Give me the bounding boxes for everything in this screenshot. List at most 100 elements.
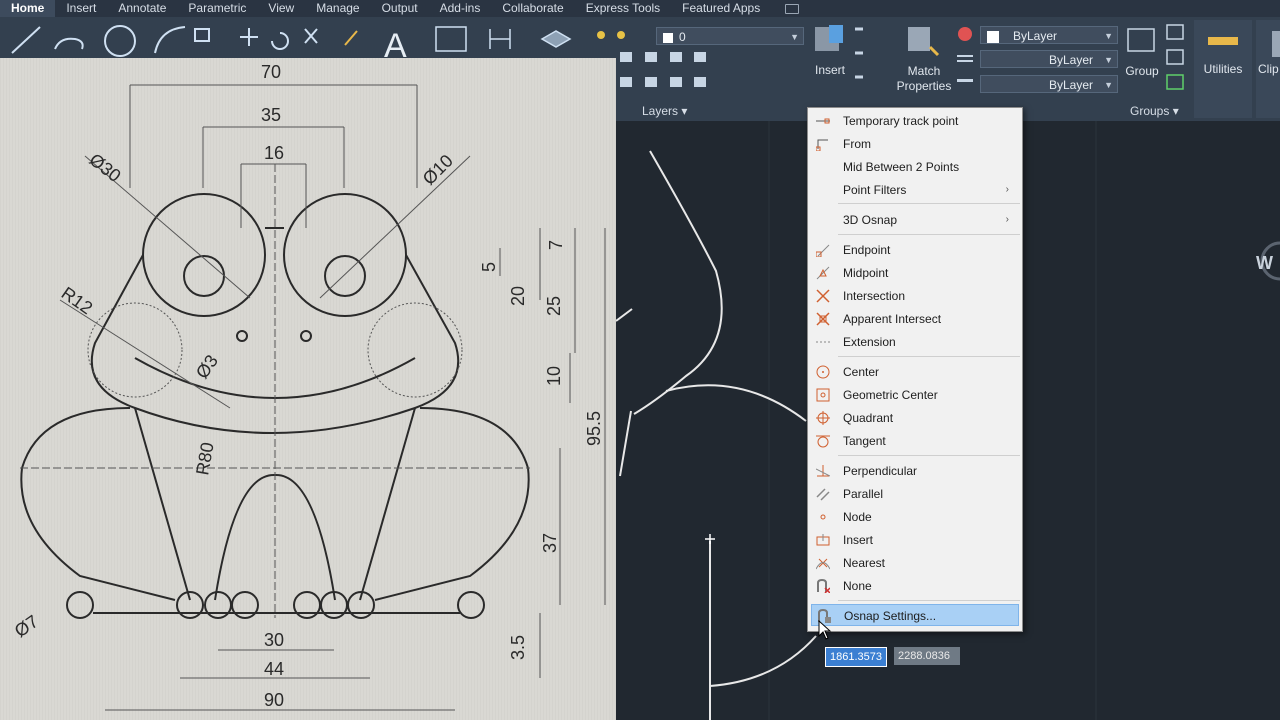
menu-item-midpoint[interactable]: Midpoint bbox=[808, 262, 1020, 284]
measure-icon[interactable] bbox=[1208, 37, 1238, 45]
polyline-tool-icon[interactable] bbox=[54, 37, 84, 50]
layer-tool-icon[interactable] bbox=[670, 77, 682, 87]
menu-item-point-filters[interactable]: Point Filters › bbox=[808, 179, 1020, 201]
tab-collaborate[interactable]: Collaborate bbox=[491, 0, 574, 17]
block-tools-icon[interactable] bbox=[855, 27, 863, 79]
linear-dim-icon[interactable] bbox=[489, 29, 511, 49]
color-wheel-icon[interactable] bbox=[958, 27, 972, 41]
clipboard-icon[interactable] bbox=[1272, 31, 1280, 57]
menu-item-mid-between-2-points[interactable]: Mid Between 2 Points bbox=[808, 156, 1020, 178]
menu-item-label: Tangent bbox=[843, 434, 886, 448]
layer-value: 0 bbox=[679, 30, 686, 44]
match-properties-button[interactable]: Match Properties bbox=[890, 64, 958, 94]
tab-home[interactable]: Home bbox=[0, 0, 56, 17]
lineweight-dropdown[interactable]: ByLayer ▼ bbox=[980, 75, 1118, 93]
dim-dia3: Ø3 bbox=[192, 351, 222, 382]
layer-tool-icon[interactable] bbox=[645, 52, 657, 62]
line-tool-icon[interactable] bbox=[11, 26, 41, 54]
insert-icon bbox=[816, 534, 830, 546]
menu-item-label: Osnap Settings... bbox=[844, 609, 937, 623]
menu-item-geometric-center[interactable]: Geometric Center bbox=[808, 384, 1020, 406]
groups-label: Groups bbox=[1130, 104, 1170, 118]
menu-item-insert[interactable]: Insert bbox=[808, 529, 1020, 551]
tab-add-ins[interactable]: Add-ins bbox=[429, 0, 492, 17]
layer-tool-icon[interactable] bbox=[670, 52, 682, 62]
menu-item-label: From bbox=[843, 137, 871, 151]
groups-panel-title[interactable]: Groups ▾ bbox=[1130, 104, 1179, 118]
tab-annotate[interactable]: Annotate bbox=[107, 0, 177, 17]
frog-leg-curve bbox=[665, 384, 807, 422]
menu-item-label: None bbox=[843, 579, 872, 593]
layer-tool-icon[interactable] bbox=[645, 77, 657, 87]
layer-tool-icon[interactable] bbox=[694, 77, 706, 87]
menu-item-quadrant[interactable]: Quadrant bbox=[808, 407, 1020, 429]
dynamic-input-x[interactable]: 1861.3573 bbox=[825, 647, 887, 667]
tab-featured-apps[interactable]: Featured Apps bbox=[671, 0, 771, 17]
dynamic-input-y[interactable]: 2288.0836 bbox=[894, 647, 960, 665]
match-properties-icon[interactable] bbox=[908, 27, 930, 51]
osnap-context-menu: Temporary track point From Mid Between 2… bbox=[807, 107, 1023, 632]
layer-swatch-icon bbox=[663, 32, 673, 43]
linetype-dropdown[interactable]: ByLayer ▼ bbox=[980, 50, 1118, 68]
tab-insert[interactable]: Insert bbox=[55, 0, 107, 17]
brush-tool-icon[interactable] bbox=[344, 30, 358, 46]
midpoint-icon bbox=[816, 266, 830, 280]
layer-bulb-icon[interactable] bbox=[597, 31, 605, 39]
apparent-intersect-icon bbox=[816, 312, 830, 326]
menu-item-label: 3D Osnap bbox=[843, 213, 898, 227]
ungroup-icon[interactable] bbox=[1166, 24, 1184, 40]
extension-icon bbox=[816, 341, 830, 343]
menu-item-3d-osnap[interactable]: 3D Osnap › bbox=[808, 209, 1020, 231]
tangent-icon bbox=[816, 435, 830, 448]
menu-item-node[interactable]: Node bbox=[808, 506, 1020, 528]
menu-item-from[interactable]: From bbox=[808, 133, 1020, 155]
move-tool-icon[interactable] bbox=[240, 28, 258, 46]
group-edit-icon[interactable] bbox=[1166, 49, 1184, 65]
menu-item-tangent[interactable]: Tangent bbox=[808, 430, 1020, 452]
layers-panel-title[interactable]: Layers ▾ bbox=[642, 104, 687, 118]
group-select-icon[interactable] bbox=[1166, 74, 1184, 90]
trim-tool-icon[interactable] bbox=[304, 28, 318, 44]
tab-express-tools[interactable]: Express Tools bbox=[575, 0, 671, 17]
menu-item-center[interactable]: Center bbox=[808, 361, 1020, 383]
arc-tool-icon[interactable] bbox=[154, 26, 186, 54]
tab-view[interactable]: View bbox=[257, 0, 305, 17]
tab-manage[interactable]: Manage bbox=[305, 0, 370, 17]
menu-item-label: Geometric Center bbox=[843, 388, 938, 402]
match-label-1: Match bbox=[907, 64, 941, 78]
tab-parametric[interactable]: Parametric bbox=[177, 0, 257, 17]
menu-item-osnap-settings[interactable]: Osnap Settings... bbox=[811, 604, 1019, 626]
color-dropdown[interactable]: ByLayer ▼ bbox=[980, 26, 1118, 44]
layer-tool-icon[interactable] bbox=[620, 77, 632, 87]
dim-7: 7 bbox=[546, 240, 566, 250]
layer-tool-icon[interactable] bbox=[620, 52, 632, 62]
ribbon-tab-bar: Home Insert Annotate Parametric View Man… bbox=[0, 0, 1280, 17]
dim-10: 10 bbox=[544, 366, 564, 386]
mouse-cursor-icon bbox=[818, 620, 832, 640]
menu-item-extension[interactable]: Extension bbox=[808, 331, 1020, 353]
menu-item-none[interactable]: None bbox=[808, 575, 1020, 597]
insert-button[interactable]: Insert bbox=[808, 63, 852, 78]
layer-sun-icon[interactable] bbox=[617, 31, 625, 39]
menu-item-perpendicular[interactable]: Perpendicular bbox=[808, 460, 1020, 482]
rectangle-tool-icon[interactable] bbox=[194, 28, 210, 42]
menu-item-temporary-track-point[interactable]: Temporary track point bbox=[808, 110, 1020, 132]
rotate-tool-icon[interactable] bbox=[271, 32, 289, 50]
right-leg bbox=[374, 407, 530, 601]
dimension-tool-icon[interactable] bbox=[435, 26, 467, 52]
group-icon[interactable] bbox=[1127, 28, 1155, 52]
utilities-button[interactable]: Utilities bbox=[1196, 62, 1250, 77]
menu-item-parallel[interactable]: Parallel bbox=[808, 483, 1020, 505]
clipboard-button[interactable]: Clip bbox=[1258, 62, 1280, 77]
tab-output[interactable]: Output bbox=[371, 0, 429, 17]
menu-item-intersection[interactable]: Intersection bbox=[808, 285, 1020, 307]
menu-item-endpoint[interactable]: Endpoint bbox=[808, 239, 1020, 261]
group-button[interactable]: Group bbox=[1120, 64, 1164, 79]
layer-stack-icon[interactable] bbox=[540, 30, 572, 48]
menu-item-nearest[interactable]: Nearest bbox=[808, 552, 1020, 574]
layer-tool-icon[interactable] bbox=[694, 52, 706, 62]
workspace-toggle-icon[interactable] bbox=[785, 3, 800, 14]
circle-tool-icon[interactable] bbox=[104, 25, 136, 57]
layer-dropdown[interactable]: 0 ▼ bbox=[656, 27, 804, 45]
menu-item-apparent-intersect[interactable]: Apparent Intersect bbox=[808, 308, 1020, 330]
